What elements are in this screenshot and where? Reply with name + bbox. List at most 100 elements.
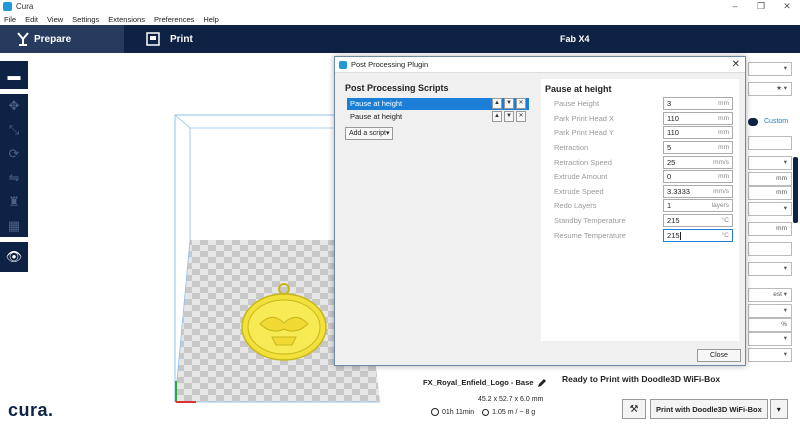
window-close-icon[interactable]: ✕	[774, 0, 800, 13]
sidebar-field-12[interactable]: ▾	[748, 348, 792, 362]
eye-icon: 👁	[5, 249, 23, 264]
close-button[interactable]: Close	[697, 349, 741, 362]
chevron-down-icon[interactable]: ▾	[769, 399, 788, 419]
print-estimate: 01h 11min 1.05 m / ~ 8 g	[431, 408, 535, 416]
edit-pencil-icon[interactable]	[537, 378, 547, 388]
print-monitor-icon	[146, 32, 160, 46]
pause-height-input[interactable]: 3 mm	[663, 97, 733, 110]
settings-heading: Pause at height	[545, 84, 612, 94]
minimize-icon[interactable]: –	[722, 0, 748, 13]
sidebar-field-3[interactable]: mm	[748, 186, 792, 200]
app-header: Prepare Print Fab X4	[0, 25, 800, 53]
move-tool-icon[interactable]: ✥	[0, 94, 28, 118]
dialog-close-icon[interactable]: ✕	[732, 59, 740, 71]
setting-value: 0	[667, 172, 672, 181]
remove-script-icon[interactable]: ✕	[516, 98, 526, 109]
menu-edit[interactable]: Edit	[25, 15, 38, 24]
setting-unit: mm	[718, 115, 729, 122]
per-model-settings-icon[interactable]: ♜	[0, 190, 28, 214]
custom-toggle[interactable]	[748, 118, 758, 126]
move-down-icon[interactable]: ▼	[504, 98, 514, 109]
sidebar-est-text: est	[773, 291, 782, 298]
open-file-button[interactable]: ▬	[0, 61, 28, 89]
window-title: Cura	[16, 2, 34, 11]
sidebar-field-4[interactable]: ▾	[748, 202, 792, 216]
sidebar-field-2[interactable]: mm	[748, 172, 792, 186]
view-mode-button[interactable]: 👁	[0, 242, 28, 272]
setting-label: Extrude Amount	[554, 172, 608, 181]
menu-help[interactable]: Help	[203, 15, 218, 24]
add-script-button[interactable]: Add a script▾	[345, 127, 394, 140]
sidebar-dropdown-1[interactable]: ▾	[748, 62, 792, 76]
rotate-tool-icon[interactable]: ⟳	[0, 142, 28, 166]
sidebar-search[interactable]	[748, 136, 792, 150]
tools-icon[interactable]: ⚒	[622, 399, 646, 419]
sidebar-unit-3: mm	[776, 225, 787, 232]
tab-prepare-label: Prepare	[34, 33, 72, 45]
menu-bar: File Edit View Settings Extensions Prefe…	[0, 13, 800, 25]
setting-label: Resume Temperature	[554, 231, 626, 240]
retraction-input[interactable]: 5 mm	[663, 141, 733, 154]
mirror-tool-icon[interactable]: ⇋	[0, 166, 28, 190]
print-actions: ⚒ Print with Doodle3D WiFi-Box ▾	[622, 399, 788, 419]
setting-value: 110	[667, 114, 679, 123]
remove-script-icon[interactable]: ✕	[516, 111, 526, 122]
setting-label: Standby Temperature	[554, 216, 626, 225]
resume-temperature-input[interactable]: 215 °C	[663, 229, 733, 242]
setting-unit: °C	[721, 232, 729, 239]
menu-preferences[interactable]: Preferences	[154, 15, 194, 24]
clock-icon	[431, 408, 439, 416]
cura-logo: cura.	[8, 400, 54, 420]
setting-unit: mm	[718, 100, 729, 107]
extrude-speed-input[interactable]: 3.3333 mm/s	[663, 185, 733, 198]
menu-file[interactable]: File	[4, 15, 16, 24]
add-script-label: Add a script	[349, 130, 386, 137]
move-up-icon[interactable]: ▲	[492, 98, 502, 109]
menu-settings[interactable]: Settings	[72, 15, 99, 24]
setting-extrude-amount: Extrude Amount 0 mm	[541, 170, 739, 184]
sidebar-field-9[interactable]: ▾	[748, 304, 792, 318]
standby-temperature-input[interactable]: 215 °C	[663, 214, 733, 227]
setting-park-y: Park Print Head Y 110 mm	[541, 126, 739, 140]
setting-label: Retraction	[554, 143, 589, 152]
setting-value: 25	[667, 158, 676, 167]
sidebar-unit-2: mm	[776, 189, 787, 196]
dialog-titlebar: Post Processing Plugin	[335, 57, 745, 73]
extrude-amount-input[interactable]: 0 mm	[663, 170, 733, 183]
script-item[interactable]: Pause at height ▲ ▼ ✕	[347, 98, 529, 110]
script-item[interactable]: Pause at height ▲ ▼ ✕	[347, 111, 529, 123]
sidebar-field-11[interactable]: ▾	[748, 332, 792, 346]
sidebar-field-1[interactable]: ▾	[748, 156, 792, 170]
custom-label[interactable]: Custom	[764, 118, 788, 125]
setting-value: 110	[667, 128, 679, 137]
support-blocker-icon[interactable]: ▦	[0, 214, 28, 238]
menu-view[interactable]: View	[47, 15, 63, 24]
sidebar-dropdown-2[interactable]: ★ ▾	[748, 82, 792, 96]
move-up-icon[interactable]: ▲	[492, 111, 502, 122]
tab-print[interactable]: Print	[124, 25, 254, 53]
setting-value: 215	[667, 231, 680, 240]
retraction-speed-input[interactable]: 25 mm/s	[663, 156, 733, 169]
sidebar-field-10[interactable]: %	[748, 318, 792, 332]
scale-tool-icon[interactable]: ⤡	[0, 118, 28, 142]
move-down-icon[interactable]: ▼	[504, 111, 514, 122]
tab-prepare[interactable]: Prepare	[0, 25, 124, 53]
park-x-input[interactable]: 110 mm	[663, 112, 733, 125]
setting-redo-layers: Redo Layers 1 layers	[541, 199, 739, 213]
maximize-icon[interactable]: ❐	[748, 0, 774, 13]
print-with-doodle3d-button[interactable]: Print with Doodle3D WiFi-Box	[650, 399, 768, 419]
setting-label: Redo Layers	[554, 201, 597, 210]
menu-extensions[interactable]: Extensions	[108, 15, 145, 24]
model-name: FX_Royal_Enfield_Logo - Base	[423, 378, 534, 387]
tool-panel: ✥ ⤡ ⟳ ⇋ ♜ ▦	[0, 94, 28, 237]
sidebar-field-8[interactable]: est ▾	[748, 288, 792, 302]
setting-extrude-speed: Extrude Speed 3.3333 mm/s	[541, 185, 739, 199]
sidebar-field-7[interactable]: ▾	[748, 262, 792, 276]
cura-app-icon	[3, 2, 12, 11]
sidebar-field-6[interactable]	[748, 242, 792, 256]
sidebar-scrollbar[interactable]	[793, 157, 798, 223]
printer-selector[interactable]: Fab X4	[560, 25, 590, 53]
redo-layers-input[interactable]: 1 layers	[663, 199, 733, 212]
sidebar-field-5[interactable]: mm	[748, 222, 792, 236]
park-y-input[interactable]: 110 mm	[663, 126, 733, 139]
